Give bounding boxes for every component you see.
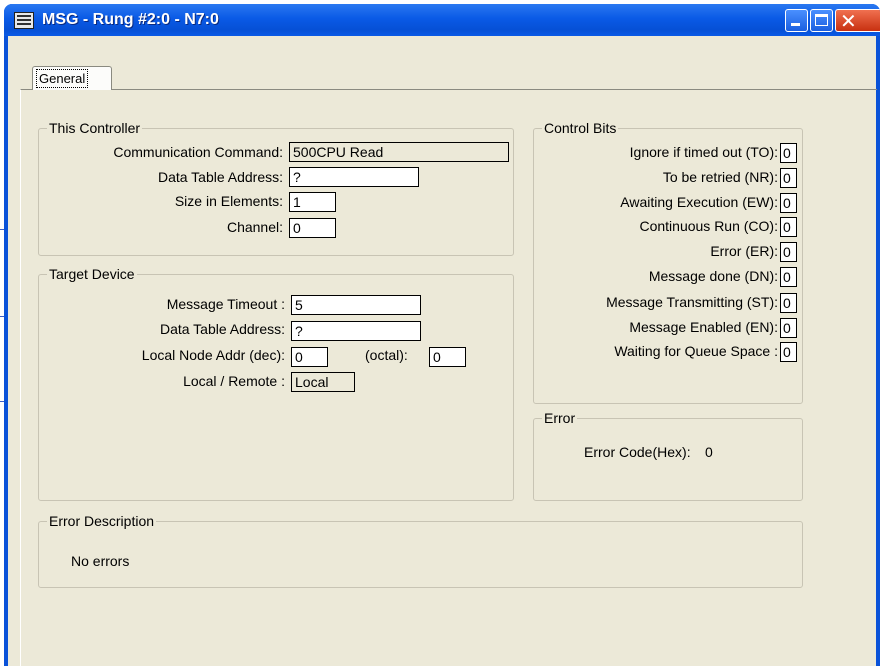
control-bit-co-field[interactable]: 0: [780, 217, 797, 237]
local-remote-label: Local / Remote :: [183, 373, 285, 389]
error-group: Error Error Code(Hex): 0: [533, 410, 803, 501]
control-bit-st-field[interactable]: 0: [780, 293, 797, 313]
control-bit-to-label: Ignore if timed out (TO):: [629, 144, 778, 160]
local-node-addr-label: Local Node Addr (dec):: [141, 347, 285, 363]
close-icon: ✕: [840, 9, 857, 33]
error-description-group: Error Description No errors: [38, 513, 803, 588]
dialog-client-area: General This Controller Communication Co…: [8, 36, 877, 666]
communication-command-field[interactable]: 500CPU Read: [289, 142, 509, 162]
control-bit-queue-label: Waiting for Queue Space :: [614, 343, 778, 359]
communication-command-label: Communication Command:: [113, 144, 283, 160]
app-icon[interactable]: [14, 12, 34, 29]
size-in-elements-field[interactable]: 1: [289, 192, 336, 212]
control-bit-er-field[interactable]: 0: [780, 242, 797, 262]
this-controller-group: This Controller Communication Command: 5…: [38, 120, 514, 256]
control-bits-title: Control Bits: [542, 120, 619, 136]
control-bit-dn-field[interactable]: 0: [780, 267, 797, 287]
control-bit-st-label: Message Transmitting (ST):: [606, 294, 778, 310]
control-bit-ew-label: Awaiting Execution (EW):: [620, 194, 778, 210]
channel-field[interactable]: 0: [289, 218, 336, 238]
target-data-table-address-label: Data Table Address:: [159, 321, 285, 337]
tab-general-label: General: [36, 69, 89, 88]
tab-general[interactable]: General: [32, 66, 112, 90]
window-title: MSG - Rung #2:0 - N7:0: [42, 11, 219, 28]
minimize-button[interactable]: [785, 9, 808, 32]
title-bar[interactable]: MSG - Rung #2:0 - N7:0 ✕: [4, 4, 880, 36]
error-description-text: No errors: [71, 553, 130, 569]
minimize-icon: [791, 23, 800, 26]
target-device-group: Target Device Message Timeout : 5 Data T…: [38, 266, 514, 501]
control-bit-ew-field[interactable]: 0: [780, 193, 797, 213]
local-node-addr-field[interactable]: 0: [291, 347, 328, 367]
maximize-button[interactable]: [810, 9, 833, 32]
control-bit-nr-field[interactable]: 0: [780, 168, 797, 188]
size-in-elements-label: Size in Elements:: [174, 193, 283, 209]
control-bit-en-field[interactable]: 0: [780, 318, 797, 338]
error-code-value: 0: [705, 444, 713, 460]
control-bit-nr-label: To be retried (NR):: [662, 169, 778, 185]
error-code-label: Error Code(Hex):: [584, 444, 691, 460]
error-description-title: Error Description: [47, 513, 157, 529]
data-table-address-label: Data Table Address:: [157, 169, 283, 185]
this-controller-title: This Controller: [47, 120, 143, 136]
control-bit-er-label: Error (ER):: [710, 243, 778, 259]
control-bits-group: Control Bits Ignore if timed out (TO): 0…: [533, 120, 803, 404]
msg-dialog-window: MSG - Rung #2:0 - N7:0 ✕ General This Co…: [4, 4, 880, 666]
control-bit-to-field[interactable]: 0: [780, 143, 797, 163]
local-remote-field[interactable]: Local: [291, 372, 355, 392]
target-device-title: Target Device: [47, 266, 137, 282]
message-timeout-field[interactable]: 5: [291, 295, 421, 315]
control-bit-queue-field[interactable]: 0: [780, 342, 797, 362]
maximize-icon: [815, 14, 828, 26]
data-table-address-field[interactable]: ?: [289, 167, 419, 187]
control-bit-dn-label: Message done (DN):: [648, 268, 778, 284]
close-button[interactable]: ✕: [835, 9, 880, 32]
message-timeout-label: Message Timeout :: [166, 296, 285, 312]
error-title: Error: [542, 410, 578, 426]
octal-label: (octal):: [365, 347, 408, 363]
channel-label: Channel:: [226, 219, 283, 235]
octal-field[interactable]: 0: [429, 347, 466, 367]
target-data-table-address-field[interactable]: ?: [291, 321, 421, 341]
control-bit-en-label: Message Enabled (EN):: [629, 319, 778, 335]
control-bit-co-label: Continuous Run (CO):: [639, 218, 778, 234]
